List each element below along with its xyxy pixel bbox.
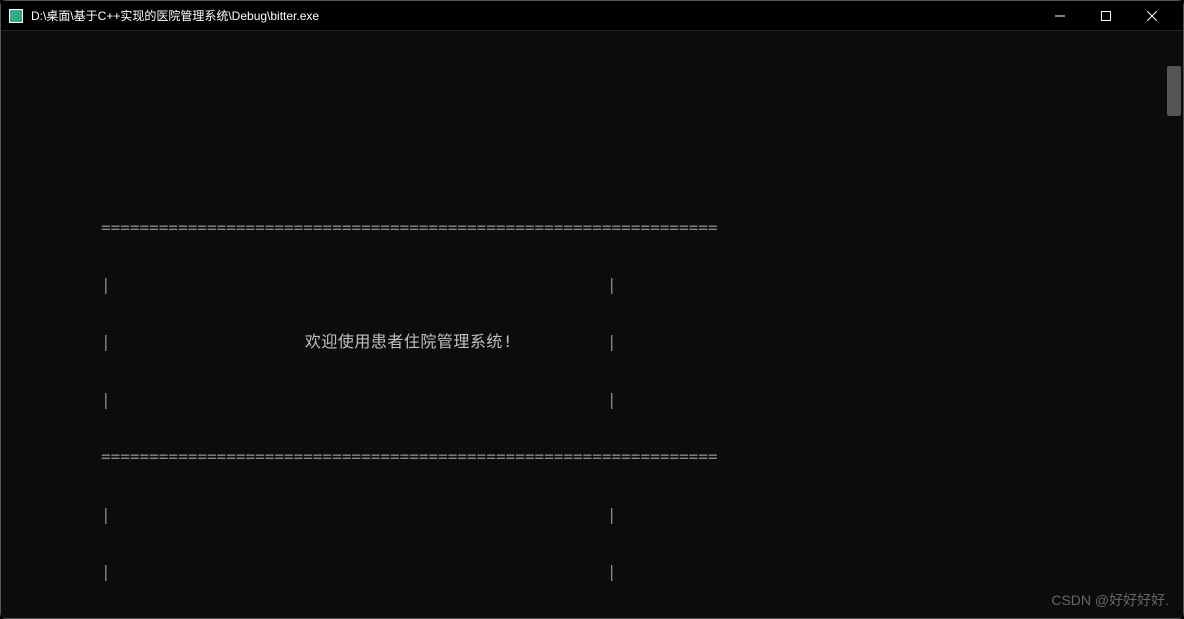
box-border-right: | (607, 562, 617, 581)
maximize-button[interactable] (1083, 1, 1129, 31)
scrollbar-thumb[interactable] (1167, 66, 1181, 116)
divider-mid: ========================================… (101, 447, 617, 466)
window-controls (1037, 1, 1175, 31)
divider-top: ========================================… (101, 218, 617, 237)
box-border-left: | (101, 562, 111, 581)
console-output: ========================================… (21, 41, 1163, 618)
close-button[interactable] (1129, 1, 1175, 31)
box-border-left: | (101, 332, 111, 351)
window-title: D:\桌面\基于C++实现的医院管理系统\Debug\bitter.exe (31, 7, 1037, 24)
box-border-left: | (101, 505, 111, 524)
box-border-right: | (607, 390, 617, 409)
box-border-left: | (101, 390, 111, 409)
console-area[interactable]: ========================================… (1, 31, 1183, 618)
titlebar: D:\桌面\基于C++实现的医院管理系统\Debug\bitter.exe (1, 1, 1183, 31)
box-border-left: | (101, 275, 111, 294)
welcome-message: 欢迎使用患者住院管理系统! (205, 332, 513, 351)
box-border-right: | (607, 275, 617, 294)
box-border-right: | (607, 332, 617, 351)
app-icon (9, 9, 23, 23)
box-border-right: | (607, 505, 617, 524)
watermark: CSDN @好好好好. (1051, 590, 1169, 610)
minimize-button[interactable] (1037, 1, 1083, 31)
